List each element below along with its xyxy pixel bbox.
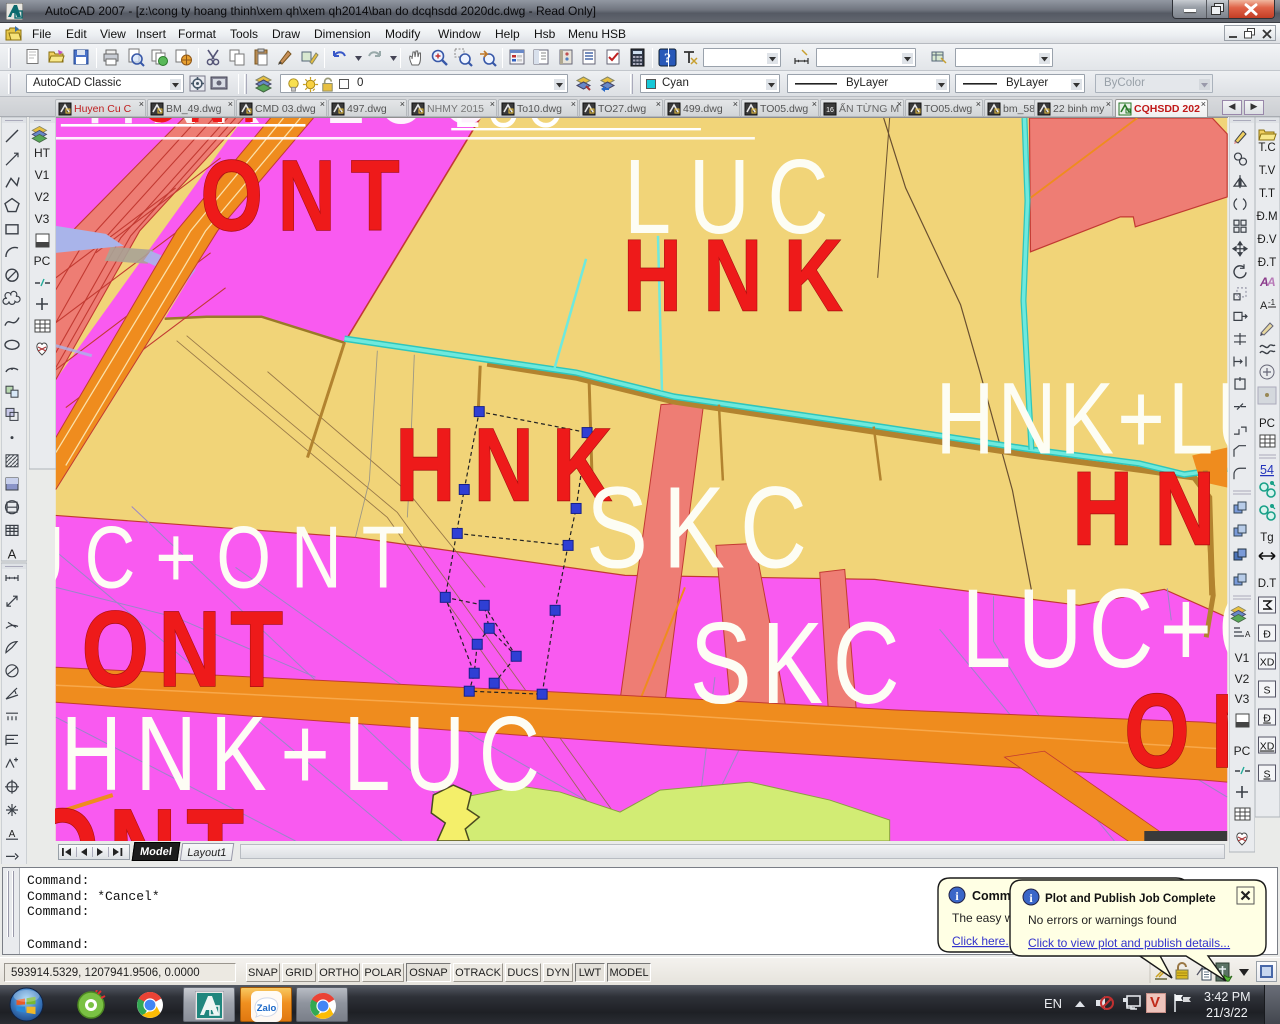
svg-text:No errors or warnings found: No errors or warnings found	[1028, 913, 1177, 927]
svg-text:A: A	[1245, 630, 1251, 639]
svg-text:Đ.V: Đ.V	[1257, 234, 1277, 246]
svg-text:V3: V3	[1235, 692, 1250, 706]
svg-text:T.V: T.V	[1259, 165, 1276, 177]
svg-text:A: A	[8, 547, 17, 562]
svg-text:16: 16	[826, 107, 834, 114]
svg-text:Đ.M: Đ.M	[1256, 211, 1277, 223]
svg-text:ONT: ONT	[201, 140, 415, 252]
svg-text:ONT: ONT	[55, 784, 254, 841]
svg-text:Plot and Publish Job Complete: Plot and Publish Job Complete	[1045, 892, 1216, 905]
svg-text:Zalo: Zalo	[257, 1003, 277, 1014]
svg-text:HNK: HNK	[1072, 451, 1228, 568]
svg-text:A: A	[1266, 275, 1276, 289]
svg-text:PC: PC	[1259, 418, 1275, 430]
svg-text:V1: V1	[35, 168, 50, 182]
svg-text:Tg: Tg	[1260, 532, 1273, 544]
svg-text:Click here.: Click here.	[952, 934, 1009, 948]
svg-text:Click to view plot and publish: Click to view plot and publish details..…	[1028, 936, 1230, 950]
svg-text:Đ.T: Đ.T	[1258, 257, 1277, 269]
svg-text:ONT: ONT	[82, 589, 293, 709]
svg-text:ONT: ONT	[141, 117, 273, 136]
svg-text:V1: V1	[1235, 651, 1250, 665]
svg-text:HT: HT	[34, 146, 51, 160]
svg-text:A: A	[1260, 300, 1268, 312]
svg-text:XD: XD	[1260, 741, 1275, 753]
svg-text:T.C: T.C	[1258, 142, 1275, 154]
svg-text:S: S	[1263, 685, 1270, 697]
svg-text:V3: V3	[35, 212, 50, 226]
svg-text:PC: PC	[34, 254, 51, 268]
svg-text:PC: PC	[1234, 744, 1251, 758]
svg-text:D.T: D.T	[1258, 578, 1277, 590]
svg-text:Đ: Đ	[1263, 713, 1271, 725]
svg-text:SKC: SKC	[586, 464, 822, 593]
svg-text:-1: -1	[1268, 298, 1276, 307]
svg-text:54: 54	[1260, 463, 1274, 477]
svg-text:T.T: T.T	[1259, 188, 1275, 200]
svg-text:SKC: SKC	[690, 599, 909, 728]
svg-text:ONT: ONT	[1124, 673, 1228, 790]
svg-text:S: S	[1263, 769, 1270, 781]
svg-text:A: A	[9, 829, 16, 840]
svg-text:V2: V2	[1235, 672, 1250, 686]
svg-text:Đ: Đ	[1263, 629, 1271, 641]
svg-text:V2: V2	[35, 190, 50, 204]
svg-text:XD: XD	[1260, 657, 1275, 669]
svg-text:HNK: HNK	[623, 219, 864, 333]
